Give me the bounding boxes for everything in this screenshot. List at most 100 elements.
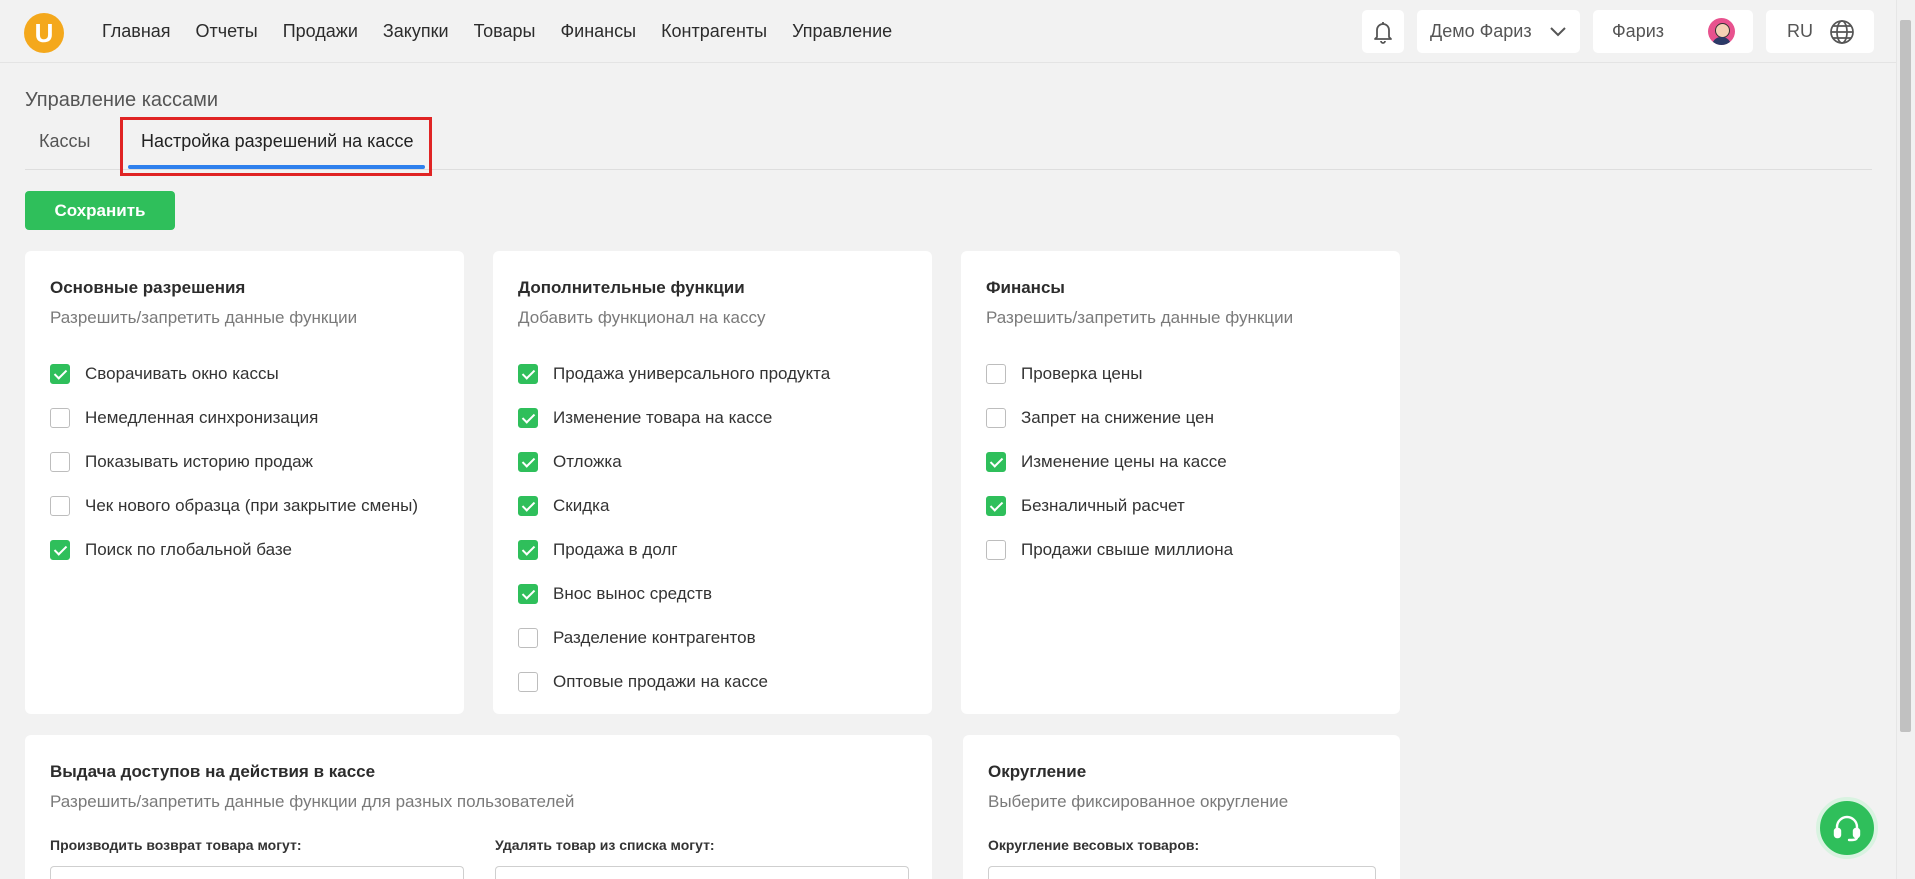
checkbox-unchecked[interactable]: [50, 496, 70, 516]
highlight-annotation-box: [120, 117, 432, 176]
return-permission-label: Производить возврат товара могут:: [50, 837, 302, 853]
permission-option[interactable]: Оптовые продажи на кассе: [518, 660, 830, 704]
support-chat-button[interactable]: [1816, 797, 1878, 859]
page-title: Управление кассами: [25, 89, 219, 111]
permission-option[interactable]: Разделение контрагентов: [518, 616, 830, 660]
permission-option[interactable]: Продажа в долг: [518, 528, 830, 572]
permission-option[interactable]: Изменение товара на кассе: [518, 396, 830, 440]
notifications-button[interactable]: [1362, 10, 1404, 53]
checkbox-checked[interactable]: [518, 408, 538, 428]
option-label: Продажи свыше миллиона: [1021, 540, 1234, 559]
card-basic-permissions: Основные разрешения Разрешить/запретить …: [25, 251, 464, 714]
permission-option[interactable]: Сворачивать окно кассы: [50, 352, 418, 396]
chevron-down-icon: [1550, 26, 1566, 36]
weight-rounding-label: Округление весовых товаров:: [988, 837, 1200, 853]
nav-item-reports[interactable]: Отчеты: [196, 21, 258, 42]
nav-item-purchases[interactable]: Закупки: [383, 21, 449, 42]
option-label: Немедленная синхронизация: [85, 408, 319, 427]
permission-option[interactable]: Поиск по глобальной базе: [50, 528, 418, 572]
checkbox-unchecked[interactable]: [986, 540, 1006, 560]
card-finance: Финансы Разрешить/запретить данные функц…: [961, 251, 1400, 714]
permission-option[interactable]: Продажа универсального продукта: [518, 352, 830, 396]
card-extra-functions: Дополнительные функции Добавить функцион…: [493, 251, 932, 714]
logo-letter: U: [34, 18, 54, 48]
option-label: Оптовые продажи на кассе: [553, 672, 768, 691]
nav-item-contractors[interactable]: Контрагенты: [661, 21, 767, 42]
card-subtitle: Разрешить/запретить данные функции: [986, 308, 1294, 327]
headset-icon: [1833, 815, 1861, 842]
checkbox-unchecked[interactable]: [518, 628, 538, 648]
checkbox-checked[interactable]: [518, 452, 538, 472]
card-access-rights: Выдача доступов на действия в кассе Разр…: [25, 735, 932, 879]
checkbox-checked[interactable]: [986, 452, 1006, 472]
option-label: Безналичный расчет: [1021, 496, 1185, 515]
save-button[interactable]: Сохранить: [25, 191, 175, 230]
permission-option[interactable]: Скидка: [518, 484, 830, 528]
option-label: Отложка: [553, 452, 622, 471]
nav-item-sales[interactable]: Продажи: [283, 21, 358, 42]
app-logo[interactable]: U: [24, 13, 64, 53]
checkbox-unchecked[interactable]: [986, 364, 1006, 384]
top-navigation-bar: U Главная Отчеты Продажи Закупки Товары …: [0, 0, 1896, 63]
checkbox-checked[interactable]: [50, 540, 70, 560]
checkbox-checked[interactable]: [518, 540, 538, 560]
permission-option[interactable]: Показывать историю продаж: [50, 440, 418, 484]
permission-option[interactable]: Немедленная синхронизация: [50, 396, 418, 440]
globe-icon: [1830, 19, 1854, 44]
permission-option[interactable]: Запрет на снижение цен: [986, 396, 1233, 440]
checkbox-checked[interactable]: [50, 364, 70, 384]
company-selector[interactable]: Демо Фариз: [1417, 10, 1580, 53]
option-label: Внос вынос средств: [553, 584, 712, 603]
user-menu-button[interactable]: Фариз: [1593, 10, 1753, 53]
permission-option[interactable]: Безналичный расчет: [986, 484, 1233, 528]
option-label: Скидка: [553, 496, 610, 515]
scrollbar-thumb[interactable]: [1900, 20, 1911, 732]
weight-rounding-select[interactable]: [988, 866, 1376, 879]
option-label: Запрет на снижение цен: [1021, 408, 1215, 427]
permission-option[interactable]: Проверка цены: [986, 352, 1233, 396]
card-subtitle: Разрешить/запретить данные функции для р…: [50, 792, 575, 811]
checkbox-checked[interactable]: [986, 496, 1006, 516]
option-label: Сворачивать окно кассы: [85, 364, 279, 383]
tab-cash-registers[interactable]: Кассы: [39, 131, 90, 152]
checkbox-checked[interactable]: [518, 496, 538, 516]
company-name: Демо Фариз: [1430, 21, 1532, 41]
checkbox-unchecked[interactable]: [50, 408, 70, 428]
option-label: Показывать историю продаж: [85, 452, 314, 471]
option-label: Поиск по глобальной базе: [85, 540, 292, 559]
delete-permission-label: Удалять товар из списка могут:: [495, 837, 715, 853]
options-list: Сворачивать окно кассы Немедленная синхро…: [50, 352, 418, 572]
option-label: Продажа универсального продукта: [553, 364, 831, 383]
permission-option[interactable]: Отложка: [518, 440, 830, 484]
option-label: Разделение контрагентов: [553, 628, 756, 647]
option-label: Изменение цены на кассе: [1021, 452, 1227, 471]
checkbox-unchecked[interactable]: [518, 672, 538, 692]
nav-item-finance[interactable]: Финансы: [560, 21, 636, 42]
bell-icon: [1374, 21, 1392, 44]
nav-item-management[interactable]: Управление: [792, 21, 892, 42]
permission-option[interactable]: Изменение цены на кассе: [986, 440, 1233, 484]
card-title: Дополнительные функции: [518, 278, 745, 297]
return-permission-select[interactable]: [50, 866, 464, 879]
permission-option[interactable]: Чек нового образца (при закрытие смены): [50, 484, 418, 528]
option-label: Продажа в долг: [553, 540, 678, 559]
checkbox-checked[interactable]: [518, 364, 538, 384]
language-selector[interactable]: RU: [1766, 10, 1874, 53]
delete-permission-select[interactable]: [495, 866, 909, 879]
card-subtitle: Выберите фиксированное округление: [988, 792, 1289, 811]
nav-item-products[interactable]: Товары: [474, 21, 536, 42]
card-subtitle: Разрешить/запретить данные функции: [50, 308, 358, 327]
permission-option[interactable]: Продажи свыше миллиона: [986, 528, 1233, 572]
language-code: RU: [1787, 21, 1813, 41]
checkbox-unchecked[interactable]: [986, 408, 1006, 428]
card-title: Финансы: [986, 278, 1065, 297]
card-title: Основные разрешения: [50, 278, 246, 297]
user-name: Фариз: [1612, 21, 1665, 41]
checkbox-checked[interactable]: [518, 584, 538, 604]
option-label: Изменение товара на кассе: [553, 408, 773, 427]
main-nav: Главная Отчеты Продажи Закупки Товары Фи…: [102, 0, 892, 63]
permission-option[interactable]: Внос вынос средств: [518, 572, 830, 616]
card-title: Округление: [988, 762, 1087, 781]
nav-item-home[interactable]: Главная: [102, 21, 171, 42]
checkbox-unchecked[interactable]: [50, 452, 70, 472]
